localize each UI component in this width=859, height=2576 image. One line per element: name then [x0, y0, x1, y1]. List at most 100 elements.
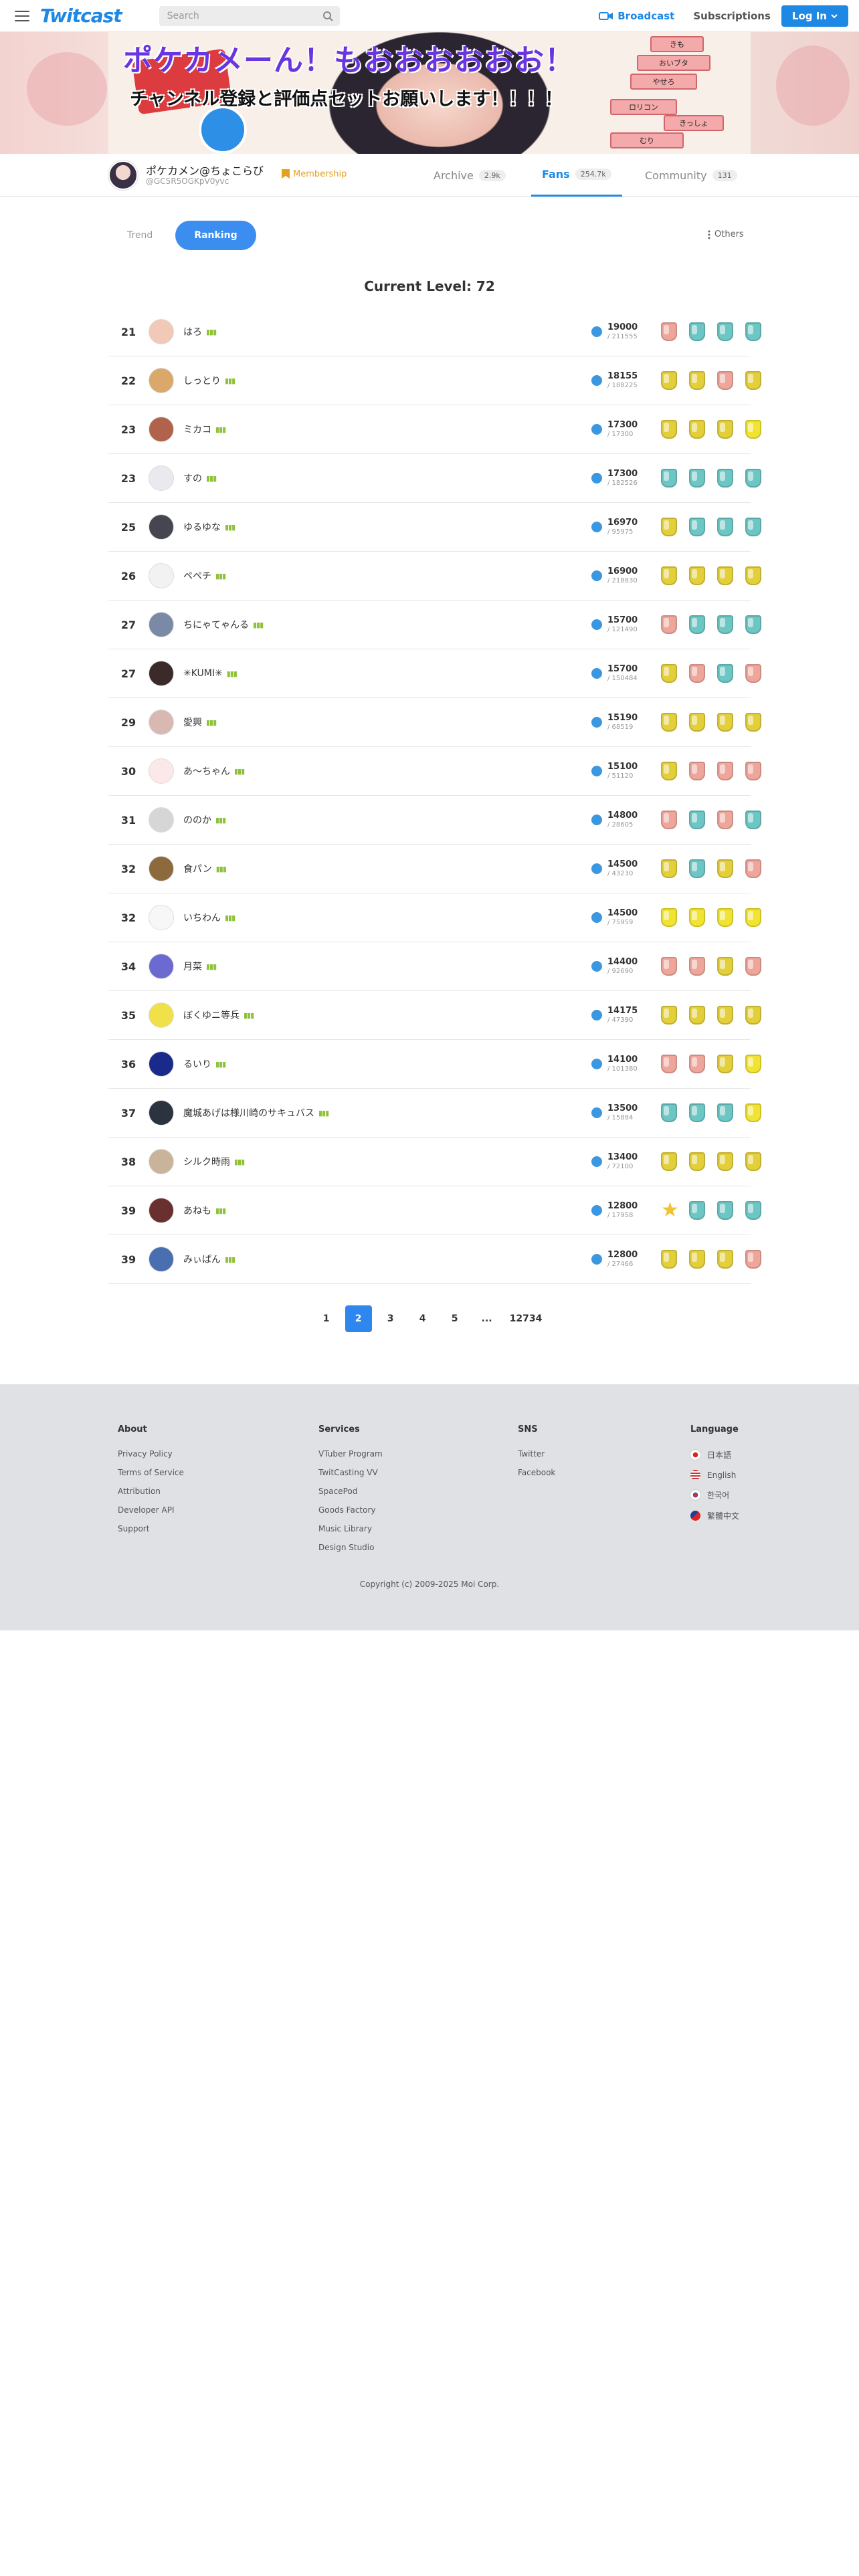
- user-name[interactable]: しっとり: [183, 374, 221, 387]
- user-name[interactable]: ぼくゆニ等兵: [183, 1008, 240, 1022]
- login-button[interactable]: Log In: [781, 5, 848, 27]
- user-name[interactable]: 月菜: [183, 960, 202, 973]
- user-avatar[interactable]: [149, 612, 174, 637]
- page-button[interactable]: 1: [313, 1305, 340, 1332]
- footer-link[interactable]: Support: [118, 1524, 184, 1533]
- user-avatar[interactable]: [149, 465, 174, 491]
- user-name[interactable]: ミカコ: [183, 423, 211, 436]
- user-name[interactable]: 愛興: [183, 716, 202, 729]
- search-input[interactable]: [165, 9, 322, 22]
- user-name[interactable]: いちわん: [183, 911, 221, 924]
- tab-fans[interactable]: Fans 254.7k: [531, 154, 622, 197]
- ranking-row[interactable]: 22 しっとり ▮▮▮ 18155/ 188225: [108, 356, 761, 405]
- ranking-row[interactable]: 34 月菜 ▮▮▮ 14400/ 92690: [108, 942, 761, 991]
- ranking-row[interactable]: 36 るいり ▮▮▮ 14100/ 101380: [108, 1040, 761, 1089]
- ranking-row[interactable]: 21 はろ ▮▮▮ 19000/ 211555: [108, 308, 761, 356]
- ranking-row[interactable]: 23 ミカコ ▮▮▮ 17300/ 17300: [108, 405, 761, 454]
- footer-link[interactable]: Goods Factory: [318, 1505, 383, 1515]
- page-button[interactable]: 12734: [506, 1305, 547, 1332]
- language-option[interactable]: English: [690, 1470, 739, 1480]
- footer-link[interactable]: TwitCasting VV: [318, 1468, 383, 1477]
- search-icon[interactable]: [322, 11, 333, 21]
- user-avatar[interactable]: [149, 368, 174, 393]
- page-button[interactable]: 3: [377, 1305, 404, 1332]
- user-avatar[interactable]: [149, 954, 174, 979]
- tab-archive[interactable]: Archive 2.9k: [434, 154, 506, 197]
- footer-link[interactable]: Design Studio: [318, 1543, 383, 1552]
- footer-link[interactable]: Attribution: [118, 1487, 184, 1496]
- ranking-row[interactable]: 32 いちわん ▮▮▮ 14500/ 75959: [108, 893, 761, 942]
- footer-link[interactable]: Terms of Service: [118, 1468, 184, 1477]
- ranking-row[interactable]: 25 ゆるゆな ▮▮▮ 16970/ 95975: [108, 503, 761, 552]
- ranking-row[interactable]: 30 あ〜ちゃん ▮▮▮ 15100/ 51120: [108, 747, 761, 796]
- user-avatar[interactable]: [149, 661, 174, 686]
- user-name[interactable]: ゆるゆな: [183, 520, 221, 534]
- user-name[interactable]: あ〜ちゃん: [183, 764, 230, 778]
- others-menu[interactable]: Others: [708, 229, 744, 239]
- footer-link[interactable]: SpacePod: [318, 1487, 383, 1496]
- ranking-row[interactable]: 29 愛興 ▮▮▮ 15190/ 68519: [108, 698, 761, 747]
- user-name[interactable]: みぃぱん: [183, 1253, 221, 1266]
- broadcast-link[interactable]: Broadcast: [599, 10, 674, 22]
- user-avatar[interactable]: [149, 1051, 174, 1077]
- ranking-row[interactable]: 31 ののか ▮▮▮ 14800/ 28605: [108, 796, 761, 845]
- language-option[interactable]: 한국어: [690, 1489, 739, 1501]
- ranking-row[interactable]: 23 すの ▮▮▮ 17300/ 182526: [108, 454, 761, 503]
- user-name[interactable]: シルク時雨: [183, 1155, 230, 1168]
- footer-link[interactable]: VTuber Program: [318, 1449, 383, 1459]
- user-avatar[interactable]: [149, 319, 174, 344]
- ranking-row[interactable]: 39 あねも ▮▮▮ 12800/ 17958 ★: [108, 1186, 761, 1235]
- page-button[interactable]: 5: [442, 1305, 468, 1332]
- user-name[interactable]: ✳KUMI✳: [183, 668, 223, 679]
- ranking-row[interactable]: 27 ✳KUMI✳ ▮▮▮ 15700/ 150484: [108, 649, 761, 698]
- footer-link[interactable]: Music Library: [318, 1524, 383, 1533]
- user-avatar[interactable]: [149, 758, 174, 784]
- user-name[interactable]: あねも: [183, 1204, 211, 1217]
- search-box[interactable]: [159, 5, 340, 26]
- membership-button[interactable]: Membership: [281, 169, 347, 179]
- ranking-row[interactable]: 27 ちにゃてゃんる ▮▮▮ 15700/ 121490: [108, 601, 761, 649]
- user-name[interactable]: はろ: [183, 325, 202, 338]
- trend-toggle[interactable]: Trend: [108, 221, 171, 250]
- user-name[interactable]: ちにゃてゃんる: [183, 618, 249, 631]
- footer-link[interactable]: Developer API: [118, 1505, 184, 1515]
- user-name[interactable]: ののか: [183, 813, 211, 827]
- user-name[interactable]: ペペチ: [183, 569, 211, 582]
- language-option[interactable]: 日本語: [690, 1449, 739, 1461]
- user-avatar[interactable]: [149, 807, 174, 833]
- user-avatar[interactable]: [149, 1149, 174, 1174]
- user-avatar[interactable]: [149, 417, 174, 442]
- user-avatar[interactable]: [149, 905, 174, 930]
- ranking-row[interactable]: 26 ペペチ ▮▮▮ 16900/ 218830: [108, 552, 761, 601]
- user-avatar[interactable]: [149, 710, 174, 735]
- user-name[interactable]: 食パン: [183, 862, 212, 875]
- footer-link[interactable]: Privacy Policy: [118, 1449, 184, 1459]
- ranking-row[interactable]: 32 食パン ▮▮▮ 14500/ 43230: [108, 845, 761, 893]
- page-button[interactable]: 2: [345, 1305, 372, 1332]
- page-button[interactable]: 4: [409, 1305, 436, 1332]
- menu-icon[interactable]: [15, 10, 29, 21]
- site-logo[interactable]: Twitcast: [40, 5, 122, 27]
- user-avatar[interactable]: [149, 514, 174, 540]
- channel-avatar[interactable]: [108, 160, 138, 190]
- language-option[interactable]: 繁體中文: [690, 1510, 739, 1521]
- user-name[interactable]: 魔城あげは様川崎のサキュバス: [183, 1106, 314, 1119]
- user-avatar[interactable]: [149, 563, 174, 588]
- ranking-row[interactable]: 38 シルク時雨 ▮▮▮ 13400/ 72100: [108, 1138, 761, 1186]
- tab-community[interactable]: Community 131: [645, 154, 737, 197]
- footer-link[interactable]: Twitter: [518, 1449, 555, 1459]
- ranking-toggle[interactable]: Ranking: [175, 221, 256, 250]
- user-avatar[interactable]: [149, 1002, 174, 1028]
- user-name[interactable]: るいり: [183, 1057, 211, 1071]
- channel-name[interactable]: ポケカメン@ちょこらび: [146, 162, 264, 178]
- subscriptions-link[interactable]: Subscriptions: [693, 10, 771, 22]
- user-avatar[interactable]: [149, 856, 174, 881]
- footer-link[interactable]: Facebook: [518, 1468, 555, 1477]
- user-name[interactable]: すの: [183, 471, 202, 485]
- ranking-row[interactable]: 35 ぼくゆニ等兵 ▮▮▮ 14175/ 47390: [108, 991, 761, 1040]
- ranking-row[interactable]: 37 魔城あげは様川崎のサキュバス ▮▮▮ 13500/ 15884: [108, 1089, 761, 1138]
- user-avatar[interactable]: [149, 1198, 174, 1223]
- ranking-row[interactable]: 39 みぃぱん ▮▮▮ 12800/ 27466: [108, 1235, 761, 1284]
- user-avatar[interactable]: [149, 1247, 174, 1272]
- user-avatar[interactable]: [149, 1100, 174, 1125]
